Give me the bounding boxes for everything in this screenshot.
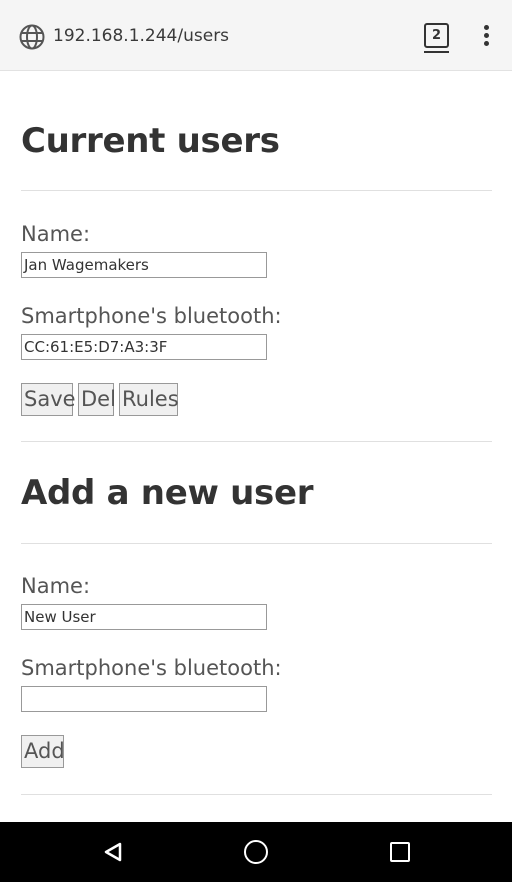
separator <box>21 190 492 191</box>
name-label: Name: <box>21 574 91 598</box>
browser-toolbar: 192.168.1.244/users 2 <box>0 0 512 71</box>
bluetooth-label: Smartphone's bluetooth: <box>21 656 282 680</box>
tab-switcher-icon[interactable]: 2 <box>424 23 449 48</box>
separator <box>21 794 492 795</box>
add-user-heading: Add a new user <box>21 473 314 513</box>
bluetooth-label: Smartphone's bluetooth: <box>21 304 282 328</box>
nav-back-icon[interactable] <box>103 842 123 862</box>
user-bluetooth-input[interactable]: CC:61:E5:D7:A3:3F <box>21 334 267 360</box>
nav-recents-icon[interactable] <box>390 842 410 862</box>
separator <box>21 543 492 544</box>
new-user-name-input[interactable]: New User <box>21 604 267 630</box>
globe-icon <box>19 24 45 50</box>
current-users-heading: Current users <box>21 121 280 161</box>
url-field[interactable]: 192.168.1.244/users <box>53 26 229 46</box>
new-user-bluetooth-input[interactable] <box>21 686 267 712</box>
user-name-input[interactable]: Jan Wagemakers <box>21 252 267 278</box>
tab-switcher-underline <box>424 51 449 53</box>
add-button[interactable]: Add <box>21 735 65 768</box>
delete-button[interactable]: Del <box>78 383 116 416</box>
overflow-menu-icon[interactable] <box>478 25 494 49</box>
name-label: Name: <box>21 222 91 246</box>
nav-home-icon[interactable] <box>244 840 268 864</box>
rules-button[interactable]: Rules <box>119 383 179 416</box>
separator <box>21 441 492 442</box>
save-button[interactable]: Save <box>21 383 76 416</box>
